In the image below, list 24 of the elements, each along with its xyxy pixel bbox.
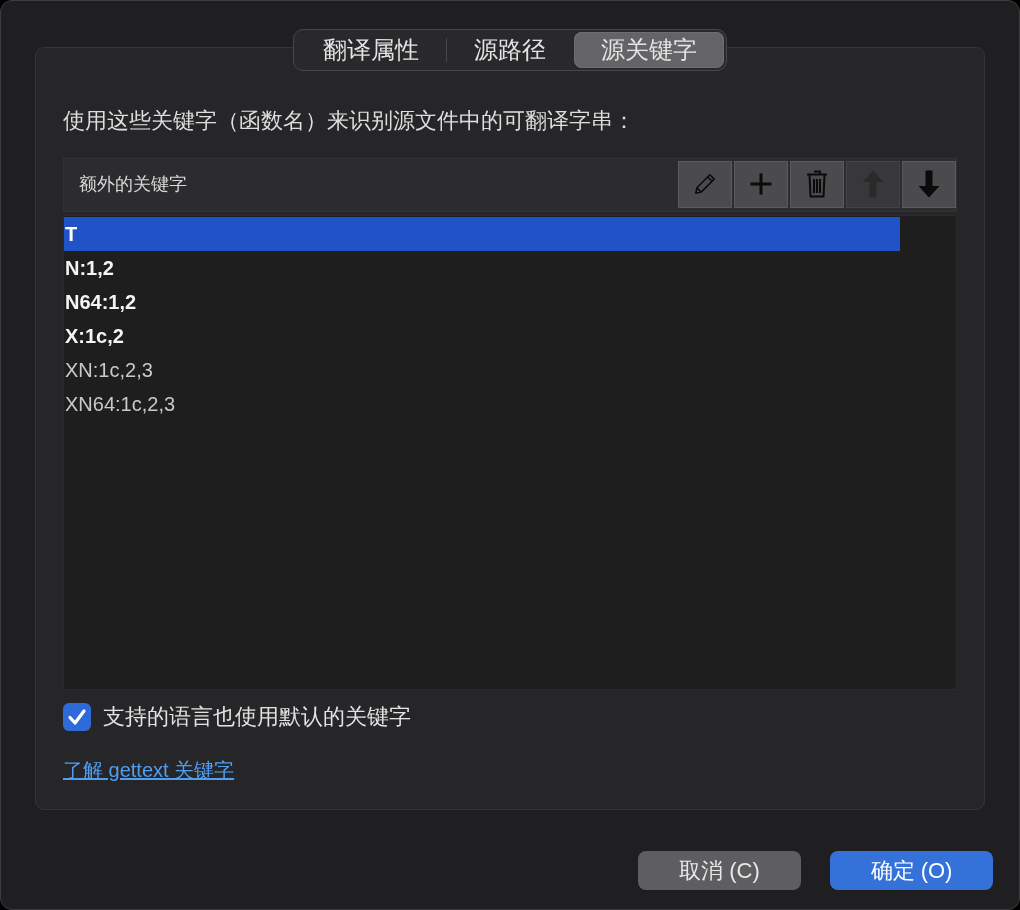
keyword-row[interactable]: XN64:1c,2,3 [64,387,900,421]
help-link[interactable]: 了解 gettext 关键字 [63,758,235,782]
keyword-row[interactable]: N:1,2 [64,251,900,285]
description-text: 使用这些关键字（函数名）来识别源文件中的可翻译字串： [63,107,636,135]
trash-icon [806,170,828,198]
keyword-row[interactable]: N64:1,2 [64,285,900,319]
move-down-button[interactable] [902,160,956,208]
delete-button[interactable] [790,160,844,208]
column-header: 额外的关键字 [79,173,187,196]
keyword-row[interactable]: T [64,217,900,251]
add-button[interactable] [734,160,788,208]
plus-icon [749,172,773,196]
tab[interactable]: 源路径 [447,32,573,68]
down-arrow-icon [918,170,940,198]
checkbox[interactable] [63,703,91,731]
tab[interactable]: 源关键字 [574,32,724,68]
edit-button[interactable] [678,160,732,208]
keyword-row[interactable]: X:1c,2 [64,319,900,353]
keyword-row[interactable]: XN:1c,2,3 [64,353,900,387]
ok-button[interactable]: 确定 (O) [830,851,993,890]
cancel-button[interactable]: 取消 (C) [638,851,801,890]
tab[interactable]: 翻译属性 [296,32,446,68]
pencil-icon [692,171,718,197]
checkbox-label: 支持的语言也使用默认的关键字 [103,703,411,731]
